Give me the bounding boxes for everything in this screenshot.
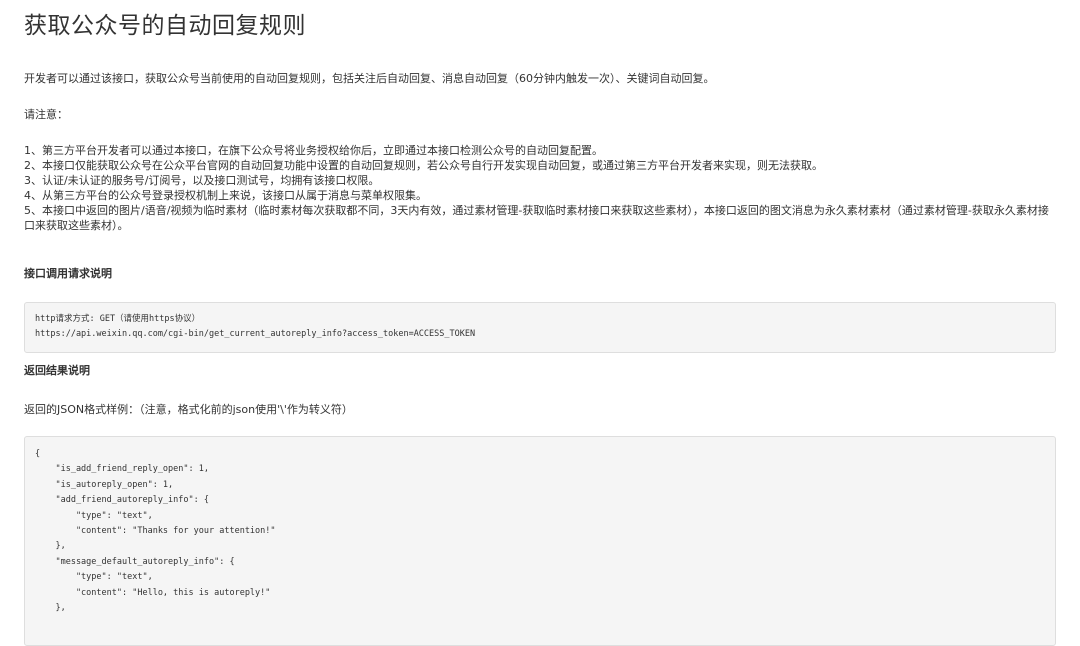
- code-line: "content": "Hello, this is autoreply!": [35, 587, 271, 598]
- note-label: 请注意：: [24, 108, 68, 121]
- code-line: "message_default_autoreply_info": {: [35, 556, 235, 567]
- json-intro-paragraph: 返回的JSON格式样例：（注意，格式化前的json使用'\'作为转义符）: [24, 403, 353, 416]
- code-line: "is_add_friend_reply_open": 1,: [35, 464, 209, 475]
- code-line: http请求方式: GET（请使用https协议）: [35, 314, 201, 324]
- result-heading: 返回结果说明: [24, 364, 90, 377]
- code-line: "is_autoreply_open": 1,: [35, 479, 174, 490]
- code-line: },: [35, 541, 66, 552]
- note-item: 5、本接口中返回的图片/语音/视频为临时素材（临时素材每次获取都不同，3天内有效…: [24, 204, 1049, 232]
- code-line: "content": "Thanks for your attention!": [35, 526, 276, 537]
- note-item: 2、本接口仅能获取公众号在公众平台官网的自动回复功能中设置的自动回复规则，若公众…: [24, 159, 823, 172]
- note-item: 3、认证/未认证的服务号/订阅号，以及接口测试号，均拥有该接口权限。: [24, 174, 380, 187]
- page-title: 获取公众号的自动回复规则: [24, 13, 306, 39]
- request-heading: 接口调用请求说明: [24, 267, 112, 280]
- json-code-block: { "is_add_friend_reply_open": 1, "is_aut…: [24, 436, 1056, 646]
- code-line: "type": "text",: [35, 510, 153, 521]
- request-code-block: http请求方式: GET（请使用https协议） https://api.we…: [24, 302, 1056, 353]
- code-line: https://api.weixin.qq.com/cgi-bin/get_cu…: [35, 329, 476, 340]
- code-line: "type": "text",: [35, 572, 153, 583]
- intro-paragraph: 开发者可以通过该接口，获取公众号当前使用的自动回复规则，包括关注后自动回复、消息…: [24, 72, 715, 85]
- code-line: {: [35, 449, 41, 459]
- code-line: },: [35, 603, 66, 614]
- code-line: "add_friend_autoreply_info": {: [35, 495, 209, 506]
- notes-list: 1、第三方平台开发者可以通过本接口，在旗下公众号将业务授权给你后，立即通过本接口…: [24, 143, 1056, 233]
- note-item: 1、第三方平台开发者可以通过本接口，在旗下公众号将业务授权给你后，立即通过本接口…: [24, 144, 603, 157]
- note-item: 4、从第三方平台的公众号登录授权机制上来说，该接口从属于消息与菜单权限集。: [24, 189, 427, 202]
